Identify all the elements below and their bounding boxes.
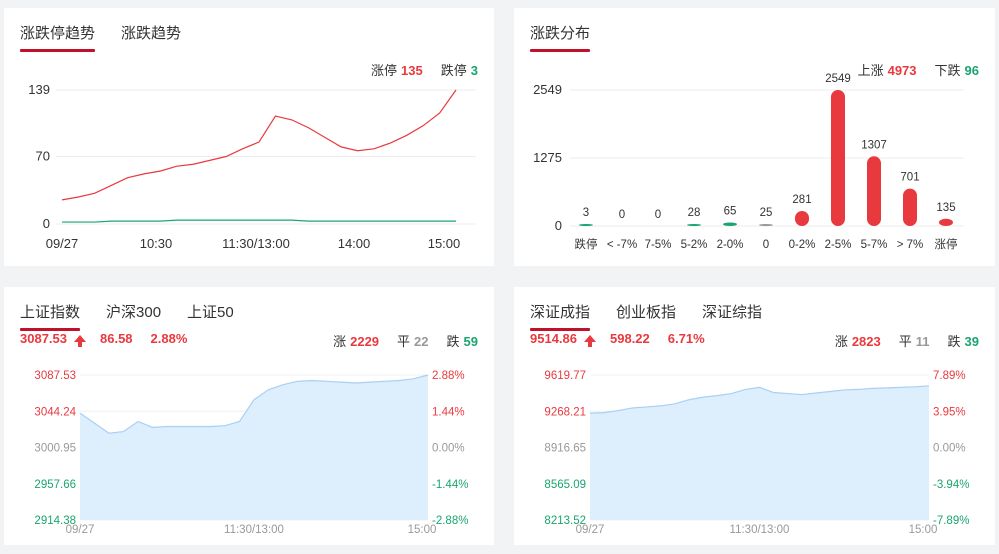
bar bbox=[867, 156, 881, 226]
bar-value-label: 2549 bbox=[825, 73, 851, 85]
bar-value-label: 28 bbox=[688, 207, 701, 219]
bar bbox=[759, 224, 773, 226]
bar-value-label: 65 bbox=[724, 206, 737, 218]
bar-value-label: 0 bbox=[655, 209, 661, 221]
category-label: < -7% bbox=[607, 239, 637, 251]
x-tick-label: 09/27 bbox=[576, 524, 605, 536]
category-label: 跌停 bbox=[575, 237, 598, 251]
x-tick-label: 15:00 bbox=[428, 236, 461, 251]
x-tick-label: 11:30/13:00 bbox=[730, 524, 790, 536]
y-tick-left: 8565.09 bbox=[544, 479, 586, 491]
category-label: > 7% bbox=[897, 239, 924, 251]
x-tick-label: 09/27 bbox=[46, 236, 79, 251]
bar bbox=[795, 211, 809, 226]
sz-index-panel: 深证成指 创业板指 深证综指 9514.86 598.22 6.71% 涨 2823 … bbox=[514, 287, 995, 545]
limit-trend-panel: 涨跌停趋势 涨跌趋势 涨停 135 跌停 3 139 70 0 09/27 10:30 11:… bbox=[4, 8, 494, 266]
y-tick-label: 0 bbox=[555, 218, 562, 233]
category-label: 0-2% bbox=[789, 239, 816, 251]
y-tick-right: -2.88% bbox=[432, 515, 468, 527]
bar-value-label: 3 bbox=[583, 207, 589, 219]
bar bbox=[579, 224, 593, 226]
x-tick-label: 15:00 bbox=[408, 524, 437, 536]
bar bbox=[687, 224, 701, 226]
y-tick-right: 7.89% bbox=[933, 370, 966, 382]
x-tick-label: 11:30/13:00 bbox=[224, 524, 284, 536]
y-tick-right: 1.44% bbox=[432, 406, 465, 418]
bar-value-label: 135 bbox=[936, 202, 955, 214]
bar-value-label: 281 bbox=[792, 194, 811, 206]
x-tick-label: 15:00 bbox=[909, 524, 938, 536]
y-tick-label: 0 bbox=[43, 216, 50, 231]
y-tick-right: -3.94% bbox=[933, 479, 969, 491]
bar bbox=[723, 222, 737, 226]
bar bbox=[939, 218, 953, 226]
y-tick-label: 139 bbox=[28, 82, 50, 97]
y-tick-right: 3.95% bbox=[933, 406, 966, 418]
sh-index-panel: 上证指数 沪深300 上证50 3087.53 86.58 2.88% 涨 2229 … bbox=[4, 287, 494, 545]
limit-down-series-line bbox=[62, 219, 456, 223]
category-label: 7-5% bbox=[645, 239, 672, 251]
y-tick-right: 0.00% bbox=[432, 443, 465, 455]
x-tick-label: 10:30 bbox=[140, 236, 173, 251]
x-tick-label: 11:30/13:00 bbox=[222, 236, 290, 251]
limit-up-series-line bbox=[61, 89, 457, 201]
sz-index-chart: 9619.77 7.89% 9268.21 3.95% 8916.65 0.00% 8565… bbox=[544, 370, 969, 536]
y-tick-left: 3044.24 bbox=[34, 406, 76, 418]
y-tick-right: -7.89% bbox=[933, 515, 969, 527]
y-tick-left: 8916.65 bbox=[544, 443, 586, 455]
bar-value-label: 25 bbox=[760, 207, 773, 219]
y-tick-left: 9619.77 bbox=[544, 370, 586, 382]
y-tick-left: 9268.21 bbox=[544, 406, 586, 418]
x-tick-label: 14:00 bbox=[338, 236, 371, 251]
category-label: 0 bbox=[763, 239, 769, 251]
y-tick-label: 70 bbox=[36, 149, 50, 164]
bar-value-label: 1307 bbox=[861, 139, 887, 151]
y-tick-left: 2957.66 bbox=[34, 479, 76, 491]
category-label: 2-0% bbox=[717, 239, 744, 251]
y-tick-left: 3000.95 bbox=[34, 443, 76, 455]
category-label: 涨停 bbox=[935, 237, 958, 251]
limit-trend-chart: 139 70 0 09/27 10:30 11:30/13:00 14:00 15:00 bbox=[28, 82, 476, 251]
bar bbox=[831, 90, 845, 226]
bar bbox=[903, 188, 917, 226]
index-area-fill bbox=[590, 385, 929, 520]
y-tick-left: 3087.53 bbox=[34, 370, 76, 382]
bar-value-label: 0 bbox=[619, 209, 625, 221]
y-tick-right: 0.00% bbox=[933, 443, 966, 455]
y-tick-right: -1.44% bbox=[432, 479, 468, 491]
category-label: 5-2% bbox=[681, 239, 708, 251]
y-tick-right: 2.88% bbox=[432, 370, 465, 382]
sh-index-chart: 3087.53 2.88% 3044.24 1.44% 3000.95 0.00% 2957… bbox=[34, 370, 468, 536]
distribution-chart: 2549 1275 0 3 跌停 0 < -7% 0 7-5% 28 5-2% 65 2-0% 25 0 28… bbox=[533, 73, 964, 251]
distribution-panel: 涨跌分布 上涨 4973 下跌 96 2549 1275 0 3 跌停 0 < -7% 0 7-5%… bbox=[514, 8, 995, 266]
y-tick-label: 2549 bbox=[533, 82, 562, 97]
y-tick-label: 1275 bbox=[533, 150, 562, 165]
category-label: 5-7% bbox=[861, 239, 888, 251]
index-area-fill bbox=[80, 375, 428, 520]
x-tick-label: 09/27 bbox=[66, 524, 95, 536]
bar-value-label: 701 bbox=[900, 172, 919, 184]
category-label: 2-5% bbox=[825, 239, 852, 251]
